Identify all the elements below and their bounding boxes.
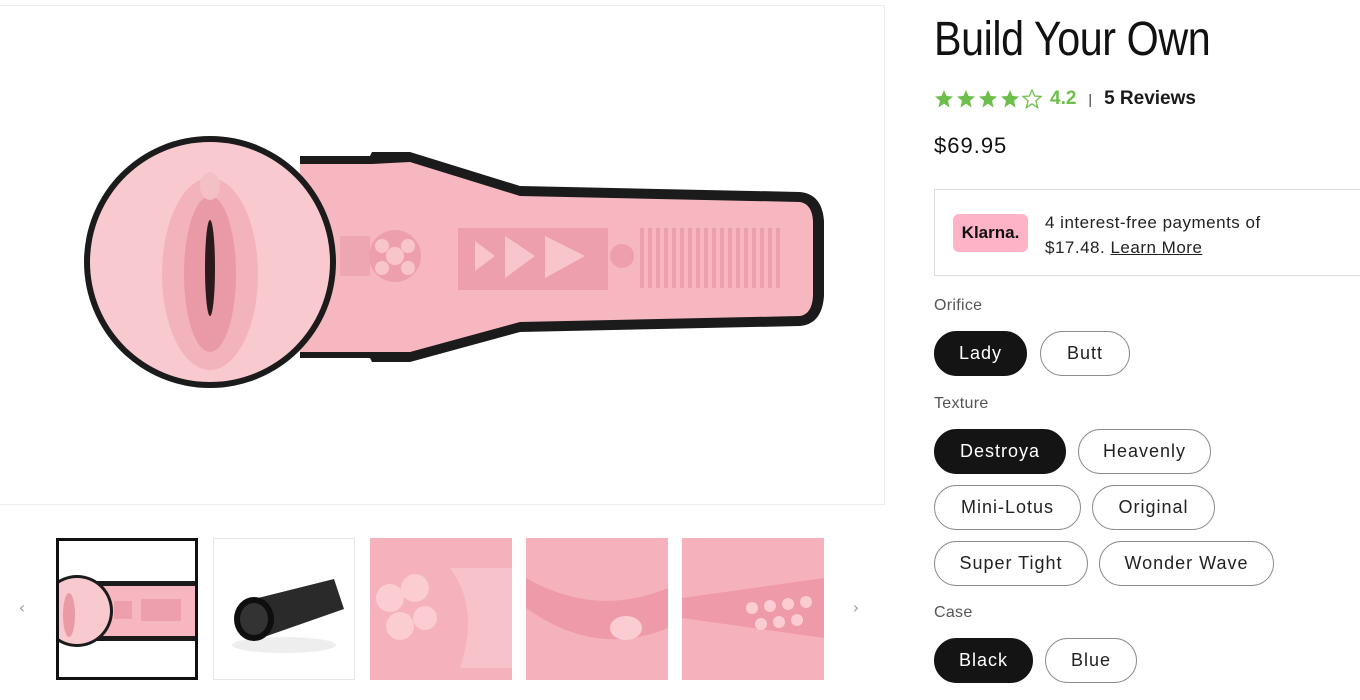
main-product-image (0, 5, 885, 505)
star-rating (934, 89, 1042, 109)
thumbnail-5[interactable] (682, 538, 824, 680)
star-filled-icon (935, 90, 953, 108)
thumbnail-texture-image (370, 538, 512, 680)
klarna-installment-amount: $17.48. (1045, 238, 1106, 257)
rating-summary: 4.2 | 5 Reviews (934, 86, 1196, 112)
klarna-line-1: 4 interest-free payments of (1045, 213, 1261, 232)
product-details-panel: Build Your Own 4.2 | 5 Reviews $69.95 Kl… (934, 0, 1360, 700)
option-texture-wonder-wave[interactable]: Wonder Wave (1099, 541, 1274, 586)
option-texture-heavenly[interactable]: Heavenly (1078, 429, 1211, 474)
reviews-link[interactable]: 5 Reviews (1104, 88, 1196, 110)
option-case-blue[interactable]: Blue (1045, 638, 1137, 683)
thumbnail-case-image (214, 539, 354, 679)
learn-more-link[interactable]: Learn More (1110, 238, 1202, 257)
product-price: $69.95 (934, 133, 1008, 158)
product-cutaway-illustration (84, 136, 824, 388)
star-filled-icon (979, 90, 997, 108)
option-case-black[interactable]: Black (934, 638, 1033, 683)
star-filled-icon (1001, 90, 1019, 108)
divider: | (1088, 91, 1093, 107)
case-label: Case (934, 604, 973, 621)
texture-label: Texture (934, 395, 989, 412)
option-texture-mini-lotus[interactable]: Mini-Lotus (934, 485, 1081, 530)
option-texture-original[interactable]: Original (1092, 485, 1215, 530)
thumbnail-3[interactable] (370, 538, 512, 680)
rating-value: 4.2 (1050, 88, 1077, 109)
option-orifice-lady[interactable]: Lady (934, 331, 1027, 376)
klarna-line-2: $17.48. Learn More (1045, 235, 1261, 260)
klarna-payment-box: Klarna. 4 interest-free payments of $17.… (934, 189, 1360, 276)
star-empty-icon (1022, 89, 1042, 109)
chevron-right-icon[interactable]: › (846, 598, 866, 618)
thumbnail-4[interactable] (526, 538, 668, 680)
option-texture-destroya[interactable]: Destroya (934, 429, 1066, 474)
thumbnail-2[interactable] (213, 538, 355, 680)
orifice-label: Orifice (934, 297, 983, 314)
klarna-logo: Klarna. (953, 214, 1028, 252)
option-texture-super-tight[interactable]: Super Tight (934, 541, 1088, 586)
thumbnail-gallery: ‹ › (0, 535, 885, 685)
thumbnail-texture-image (682, 538, 824, 680)
thumbnail-1[interactable] (56, 538, 198, 680)
option-orifice-butt[interactable]: Butt (1040, 331, 1130, 376)
chevron-left-icon[interactable]: ‹ (12, 598, 32, 618)
star-filled-icon (957, 90, 975, 108)
klarna-message: 4 interest-free payments of $17.48. Lear… (1045, 210, 1261, 260)
thumbnail-texture-image (526, 538, 668, 680)
product-title: Build Your Own (934, 13, 1211, 66)
thumbnail-cutaway-image (59, 541, 195, 677)
